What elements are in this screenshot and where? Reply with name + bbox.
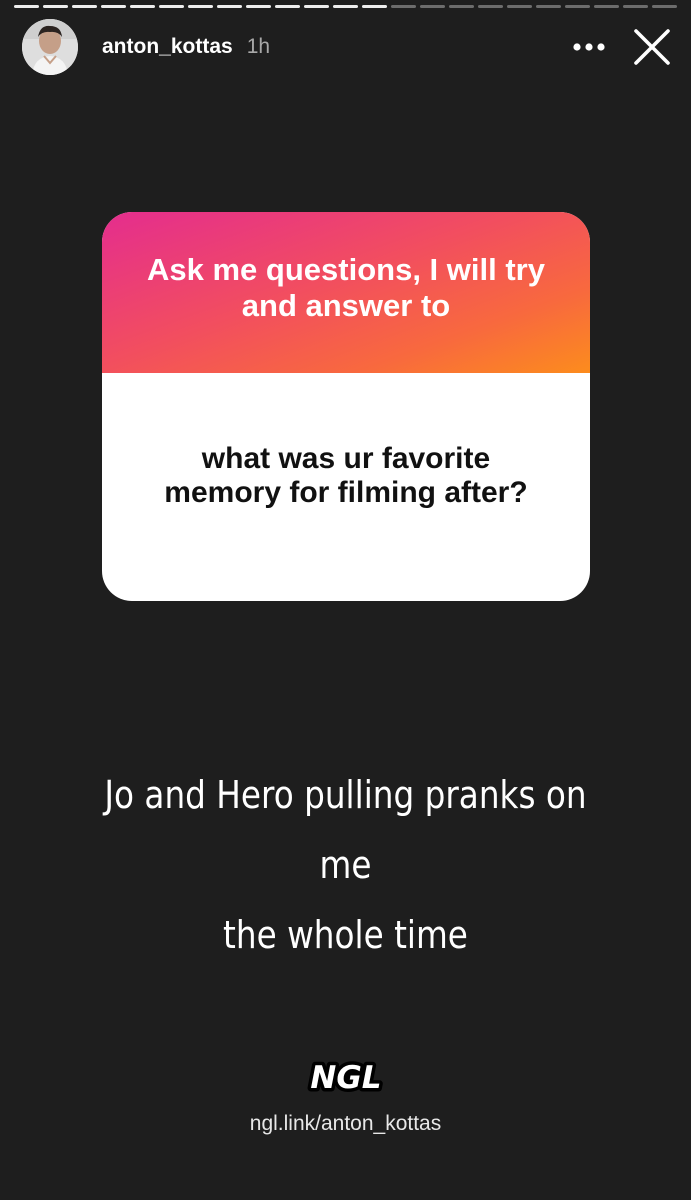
story-progress-bar <box>14 5 677 8</box>
progress-segment <box>130 5 155 8</box>
question-sticker-header: Ask me questions, I will try and answer … <box>102 212 590 373</box>
progress-segment <box>536 5 561 8</box>
progress-segment <box>449 5 474 8</box>
progress-segment <box>43 5 68 8</box>
question-text: what was ur favorite memory for filming … <box>164 442 528 509</box>
avatar[interactable] <box>22 19 78 75</box>
progress-segment <box>565 5 590 8</box>
ngl-logo[interactable]: NGL <box>296 1052 396 1099</box>
progress-segment <box>333 5 358 8</box>
post-time: 1h <box>246 35 271 58</box>
progress-segment <box>275 5 300 8</box>
progress-segment <box>652 5 677 8</box>
answer-line-1: Jo and Hero pulling pranks on me <box>104 773 587 887</box>
ngl-logo-text: NGL <box>310 1060 381 1096</box>
profile-photo <box>22 19 78 75</box>
username[interactable]: anton_kottas <box>102 35 233 59</box>
progress-segment <box>304 5 329 8</box>
progress-segment <box>507 5 532 8</box>
story-header: anton_kottas 1h <box>22 19 677 75</box>
progress-segment <box>217 5 242 8</box>
progress-segment <box>188 5 213 8</box>
answer-text: Jo and Hero pulling pranks on me the who… <box>83 760 608 970</box>
answer-line-2: the whole time <box>223 913 468 957</box>
progress-segment <box>478 5 503 8</box>
progress-segment <box>594 5 619 8</box>
close-button[interactable] <box>627 22 677 72</box>
progress-segment <box>362 5 387 8</box>
ngl-link[interactable]: ngl.link/anton_kottas <box>0 1112 691 1136</box>
more-options-button[interactable] <box>567 25 611 69</box>
question-prompt: Ask me questions, I will try and answer … <box>147 251 545 323</box>
progress-segment <box>623 5 648 8</box>
progress-segment <box>101 5 126 8</box>
more-horizontal-icon <box>573 43 605 51</box>
progress-segment <box>14 5 39 8</box>
question-sticker-body: what was ur favorite memory for filming … <box>102 373 590 601</box>
progress-segment <box>246 5 271 8</box>
question-sticker[interactable]: Ask me questions, I will try and answer … <box>102 212 590 601</box>
close-icon <box>634 29 670 65</box>
progress-segment <box>159 5 184 8</box>
progress-segment <box>420 5 445 8</box>
progress-segment <box>391 5 416 8</box>
progress-segment <box>72 5 97 8</box>
